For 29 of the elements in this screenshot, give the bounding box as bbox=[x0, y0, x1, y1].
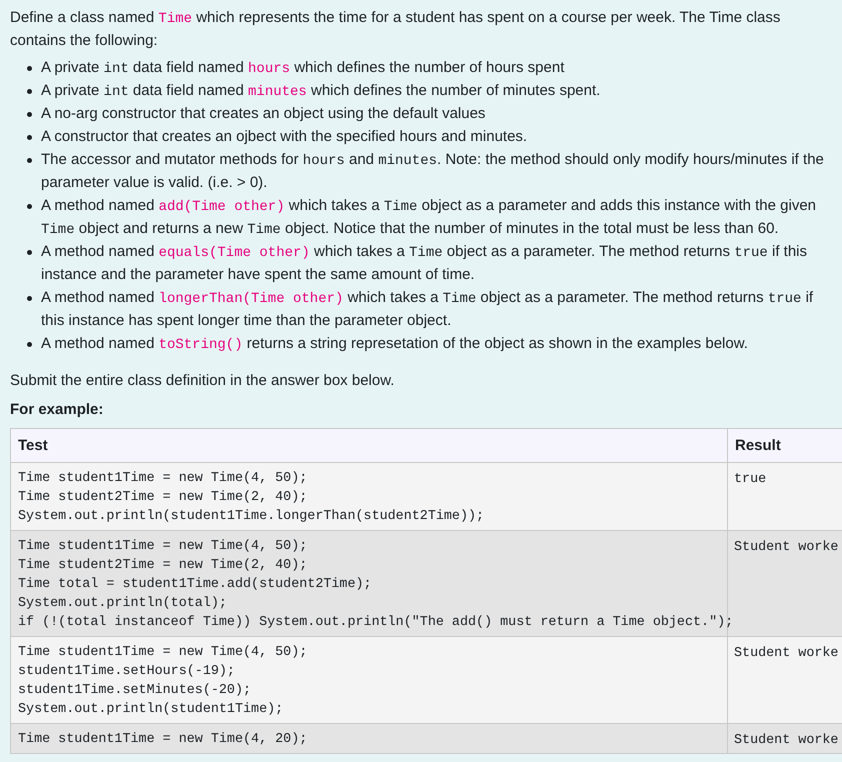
requirement-item: A method named equals(Time other) which takes a Time object as a parameter. The method returns true if this instance and the parameter have spent the same amount of time. bbox=[40, 242, 808, 285]
intro-paragraph: Define a class named Time which represents the time for a student has spent on a course per week. The Time class contains the following: bbox=[10, 8, 782, 51]
column-header: Result bbox=[728, 428, 842, 462]
bullet-icon bbox=[27, 250, 32, 255]
requirement-item: A constructor that creates an ojbect with the specified hours and minutes. bbox=[40, 127, 528, 147]
column-header: Test bbox=[10, 428, 728, 462]
example-heading: For example: bbox=[10, 400, 104, 420]
bullet-icon bbox=[27, 342, 32, 347]
bullet-icon bbox=[27, 204, 32, 209]
bullet-icon bbox=[27, 89, 32, 94]
test-code-cell: Time student1Time = new Time(4, 50); student1Time.setHours(-19); student1Time.setMinutes(-20); System.out.println(student1Time); bbox=[10, 636, 728, 724]
requirement-item: A method named toString() returns a string represetation of the object as shown in the examples below. bbox=[40, 334, 748, 355]
requirement-item: A private int data field named hours which defines the number of hours spent bbox=[40, 58, 564, 79]
requirement-item: A method named add(Time other) which takes a Time object as a parameter and adds this instance with the given Time object and returns a new Time object. Notice that the number of minutes in the total must be less than 60. bbox=[40, 196, 818, 240]
result-cell: true bbox=[728, 462, 842, 530]
result-cell: Student worke bbox=[728, 636, 842, 724]
bullet-icon bbox=[27, 112, 32, 117]
requirement-item: A private int data field named minutes which defines the number of minutes spent. bbox=[40, 81, 600, 102]
bullet-icon bbox=[27, 66, 32, 71]
bullet-icon bbox=[27, 296, 32, 301]
requirement-item: A no-arg constructor that creates an object using the default values bbox=[40, 104, 486, 124]
bullet-icon bbox=[27, 158, 32, 163]
result-cell: Student worke bbox=[728, 724, 842, 754]
test-code-cell: Time student1Time = new Time(4, 50); Time student2Time = new Time(2, 40); System.out.println(student1Time.longerThan(student2Time)); bbox=[10, 462, 728, 530]
submit-note: Submit the entire class definition in the answer box below. bbox=[10, 371, 396, 391]
requirement-item: A method named longerThan(Time other) which takes a Time object as a parameter. The method returns true if this instance has spent longer time than the parameter object. bbox=[40, 288, 814, 331]
bullet-icon bbox=[27, 135, 32, 140]
requirement-item: The accessor and mutator methods for hours and minutes. Note: the method should only modify hours/minutes if the parameter value is valid. (i.e. > 0). bbox=[40, 150, 825, 193]
test-code-cell: Time student1Time = new Time(4, 20); bbox=[10, 724, 728, 754]
